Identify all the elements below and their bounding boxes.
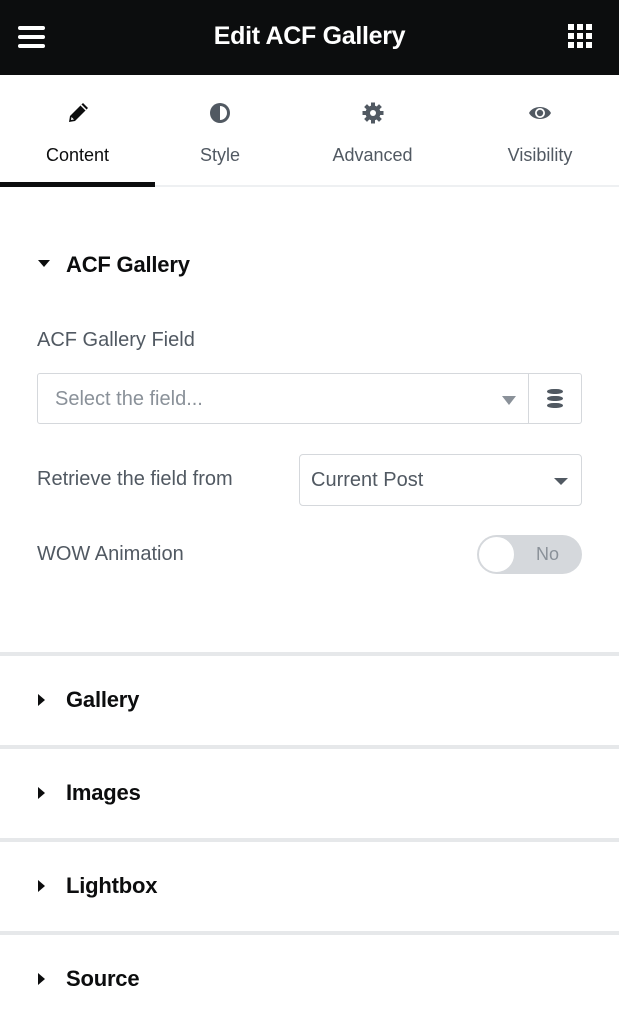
chevron-down-icon <box>502 396 516 405</box>
section-acf-gallery-header[interactable]: ACF Gallery <box>0 248 619 284</box>
select-value: Current Post <box>311 469 424 491</box>
panel-title: Edit ACF Gallery <box>213 22 406 50</box>
caret-right-icon <box>38 694 45 706</box>
section-title: Lightbox <box>66 873 158 898</box>
gear-icon <box>362 102 383 124</box>
caret-right-icon <box>38 787 45 799</box>
wow-animation-label: WOW Animation <box>37 543 184 565</box>
acf-gallery-field-label: ACF Gallery Field <box>37 329 195 351</box>
tab-label: Visibility <box>507 145 573 165</box>
section-title: Gallery <box>66 687 140 712</box>
section-title: ACF Gallery <box>66 252 190 277</box>
editor-header: Edit ACF Gallery <box>0 0 619 75</box>
section-title: Source <box>66 966 140 991</box>
tab-style[interactable]: Style <box>155 75 285 185</box>
tab-content[interactable]: Content <box>0 75 155 187</box>
caret-down-icon <box>38 260 50 267</box>
section-gallery-header[interactable]: Gallery <box>0 656 619 745</box>
section-title: Images <box>66 780 141 805</box>
database-icon <box>547 389 563 409</box>
acf-gallery-field-select[interactable]: Select the field... <box>37 373 529 424</box>
caret-right-icon <box>38 973 45 985</box>
tab-label: Style <box>199 145 241 165</box>
section-images-header[interactable]: Images <box>0 749 619 838</box>
tab-visibility[interactable]: Visibility <box>475 75 605 185</box>
wow-animation-toggle[interactable]: No <box>477 535 582 574</box>
toggle-value: No <box>535 544 559 564</box>
section-source-header[interactable]: Source <box>0 935 619 1024</box>
panel-tabs: Content Style Advanced Visibility <box>0 75 619 187</box>
toggle-knob <box>478 536 515 573</box>
section-lightbox-header[interactable]: Lightbox <box>0 842 619 931</box>
select-placeholder: Select the field... <box>55 388 203 410</box>
caret-right-icon <box>38 880 45 892</box>
tab-label: Content <box>45 145 110 165</box>
retrieve-field-label: Retrieve the field from <box>37 468 233 490</box>
retrieve-field-select[interactable]: Current Post <box>299 454 582 506</box>
apps-grid-button[interactable] <box>568 24 594 50</box>
eye-icon <box>529 107 551 119</box>
tab-advanced[interactable]: Advanced <box>310 75 435 185</box>
chevron-down-icon <box>554 478 568 485</box>
tab-label: Advanced <box>332 145 413 165</box>
half-circle-icon <box>210 103 230 123</box>
dynamic-tags-button[interactable] <box>528 373 582 424</box>
pencil-icon <box>68 103 88 122</box>
